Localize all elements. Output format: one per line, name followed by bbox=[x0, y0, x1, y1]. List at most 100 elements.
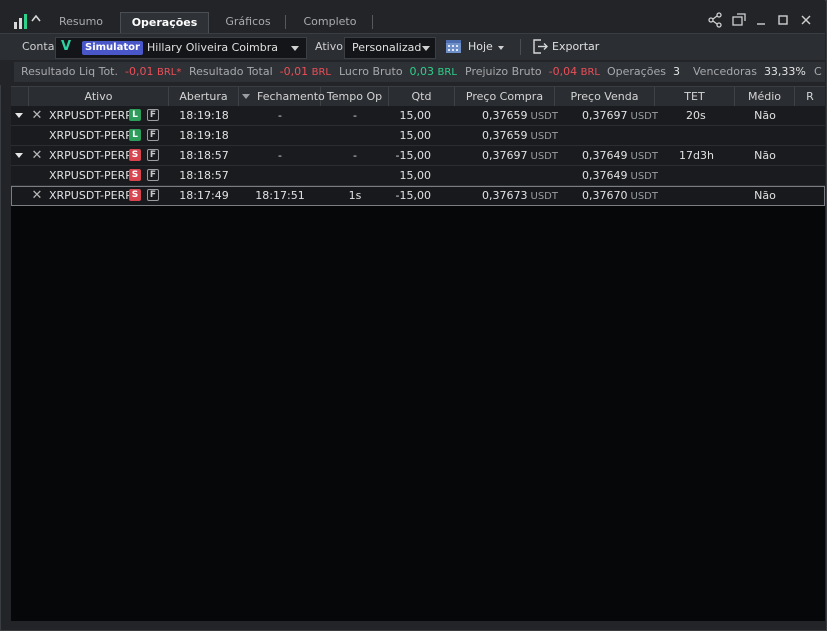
cell-fechamento: 18:17:51 bbox=[255, 189, 305, 202]
column-header-qtd[interactable]: Qtd bbox=[389, 87, 455, 106]
side-badge: L bbox=[129, 129, 141, 141]
chevron-down-icon bbox=[498, 46, 504, 50]
cell-preco-venda: 0,37649 USDT bbox=[582, 169, 658, 182]
flag-badge: F bbox=[147, 189, 159, 201]
flag-badge: F bbox=[147, 129, 159, 141]
cell-ativo: XRPUSDT-PERP bbox=[49, 169, 132, 182]
table-row[interactable]: XRPUSDT-PERP S F 18:18:57 15,00 0,37649 U… bbox=[11, 166, 825, 186]
top-tab-bar: Resumo Operações Gráficos Completo bbox=[0, 0, 825, 33]
table-header: Ativo Abertura Fechamento Tempo Op Qtd P… bbox=[11, 86, 825, 107]
chevron-down-icon bbox=[291, 46, 299, 51]
side-badge: S bbox=[129, 169, 141, 181]
column-header-tet[interactable]: TET bbox=[655, 87, 735, 106]
toolbar-divider bbox=[520, 39, 521, 55]
table-row[interactable]: ✕ XRPUSDT-PERP S F 18:18:57 - - -15,00 0… bbox=[11, 146, 825, 166]
tab-completo[interactable]: Completo bbox=[290, 12, 370, 32]
cell-ativo: XRPUSDT-PERP bbox=[49, 109, 132, 122]
cell-abertura: 18:18:57 bbox=[179, 169, 229, 182]
export-button[interactable]: Exportar bbox=[532, 38, 602, 56]
stat-resultado-total: Resultado Total -0,01 BRL bbox=[182, 62, 338, 82]
cell-fechamento: - bbox=[278, 109, 282, 122]
tab-divider bbox=[372, 15, 373, 29]
column-header-medio[interactable]: Médio bbox=[735, 87, 795, 106]
column-header-expand bbox=[11, 87, 29, 106]
cell-qtd: -15,00 bbox=[395, 189, 431, 202]
cell-abertura: 18:18:57 bbox=[179, 149, 229, 162]
stat-prejuizo-bruto: Prejuizo Bruto -0,04 BRL bbox=[458, 62, 608, 82]
close-position-icon[interactable]: ✕ bbox=[31, 146, 43, 165]
cell-medio: Não bbox=[754, 109, 776, 122]
account-name: Hillary Oliveira Coimbra bbox=[147, 41, 279, 54]
cell-tempo-op: - bbox=[353, 109, 357, 122]
column-header-r[interactable]: R bbox=[795, 87, 825, 106]
cell-ativo: XRPUSDT-PERP bbox=[49, 189, 132, 202]
cell-tet: 20s bbox=[686, 109, 706, 122]
close-position-icon[interactable]: ✕ bbox=[31, 106, 43, 125]
stat-lucro-bruto: Lucro Bruto 0,03 BRL bbox=[332, 62, 464, 82]
column-header-ativo[interactable]: Ativo bbox=[29, 87, 169, 106]
tab-graficos[interactable]: Gráficos bbox=[212, 12, 284, 32]
close-icon[interactable] bbox=[797, 11, 815, 29]
side-badge: L bbox=[129, 109, 141, 121]
conta-label: Conta bbox=[22, 40, 55, 53]
calendar-icon bbox=[446, 40, 461, 53]
cell-qtd: -15,00 bbox=[395, 149, 431, 162]
cell-tempo-op: - bbox=[353, 149, 357, 162]
tab-divider bbox=[285, 15, 286, 29]
cell-abertura: 18:17:49 bbox=[179, 189, 229, 202]
column-header-fechamento[interactable]: Fechamento bbox=[239, 87, 325, 106]
date-filter-button[interactable]: Hoje bbox=[445, 38, 511, 56]
cell-tempo-op: 1s bbox=[348, 189, 362, 202]
cell-tet: 17d3h bbox=[679, 149, 714, 162]
table-row-selected[interactable]: ✕ XRPUSDT-PERP S F 18:17:49 18:17:51 1s … bbox=[11, 186, 825, 206]
stat-vencedoras: Vencedoras 33,33% bbox=[686, 62, 813, 82]
close-position-icon[interactable]: ✕ bbox=[31, 186, 43, 205]
stat-operacoes: Operações 3 bbox=[600, 62, 687, 82]
side-badge: S bbox=[129, 189, 141, 201]
flag-badge: F bbox=[147, 169, 159, 181]
tab-operacoes[interactable]: Operações bbox=[120, 12, 209, 33]
table-row[interactable]: ✕ XRPUSDT-PERP L F 18:19:18 - - 15,00 0,… bbox=[11, 106, 825, 126]
cell-preco-compra: 0,37697 USDT bbox=[482, 149, 558, 162]
column-header-abertura[interactable]: Abertura bbox=[169, 87, 239, 106]
broker-logo-icon: V bbox=[61, 39, 72, 54]
popout-icon[interactable] bbox=[730, 11, 748, 29]
cell-medio: Não bbox=[754, 149, 776, 162]
side-badge: S bbox=[129, 149, 141, 161]
toolbar: Conta V Simulator Hillary Oliveira Coimb… bbox=[0, 33, 825, 61]
cell-qtd: 15,00 bbox=[399, 169, 432, 182]
chevron-down-icon bbox=[422, 46, 430, 51]
ativo-value: Personalizad bbox=[352, 41, 422, 54]
app-logo-icon bbox=[14, 14, 41, 29]
column-header-preco-compra[interactable]: Preço Compra bbox=[455, 87, 555, 106]
simulator-badge: Simulator bbox=[82, 41, 143, 55]
expand-arrow-icon[interactable] bbox=[15, 153, 23, 158]
cell-qtd: 15,00 bbox=[399, 129, 432, 142]
account-select[interactable]: V Simulator Hillary Oliveira Coimbra bbox=[55, 37, 307, 59]
cell-ativo: XRPUSDT-PERP bbox=[49, 149, 132, 162]
share-icon[interactable] bbox=[706, 11, 724, 29]
stat-resultado-liq: Resultado Liq Tot. -0,01 BRL* bbox=[14, 62, 189, 82]
export-icon bbox=[533, 39, 548, 54]
stats-bar: Resultado Liq Tot. -0,01 BRL* Resultado … bbox=[0, 60, 825, 85]
expand-arrow-icon[interactable] bbox=[15, 113, 23, 118]
table-row[interactable]: XRPUSDT-PERP L F 18:19:18 15,00 0,37659 U… bbox=[11, 126, 825, 146]
maximize-icon[interactable] bbox=[774, 11, 792, 29]
ativo-label: Ativo bbox=[315, 40, 343, 53]
cell-preco-compra: 0,37659 USDT bbox=[482, 109, 558, 122]
cell-preco-compra: 0,37673 USDT bbox=[482, 189, 558, 202]
sort-arrow-icon bbox=[242, 94, 250, 99]
cell-abertura: 18:19:18 bbox=[179, 129, 229, 142]
cell-fechamento: - bbox=[278, 149, 282, 162]
date-filter-label: Hoje bbox=[468, 40, 493, 53]
cell-medio: Não bbox=[754, 189, 776, 202]
column-header-preco-venda[interactable]: Preço Venda bbox=[555, 87, 655, 106]
cell-abertura: 18:19:18 bbox=[179, 109, 229, 122]
cell-qtd: 15,00 bbox=[399, 109, 432, 122]
tab-resumo[interactable]: Resumo bbox=[50, 12, 112, 32]
cell-ativo: XRPUSDT-PERP bbox=[49, 129, 132, 142]
minimize-icon[interactable] bbox=[752, 11, 770, 29]
flag-badge: F bbox=[147, 109, 159, 121]
column-header-tempo-op[interactable]: Tempo Op bbox=[321, 87, 389, 106]
ativo-select[interactable]: Personalizad bbox=[344, 37, 436, 59]
